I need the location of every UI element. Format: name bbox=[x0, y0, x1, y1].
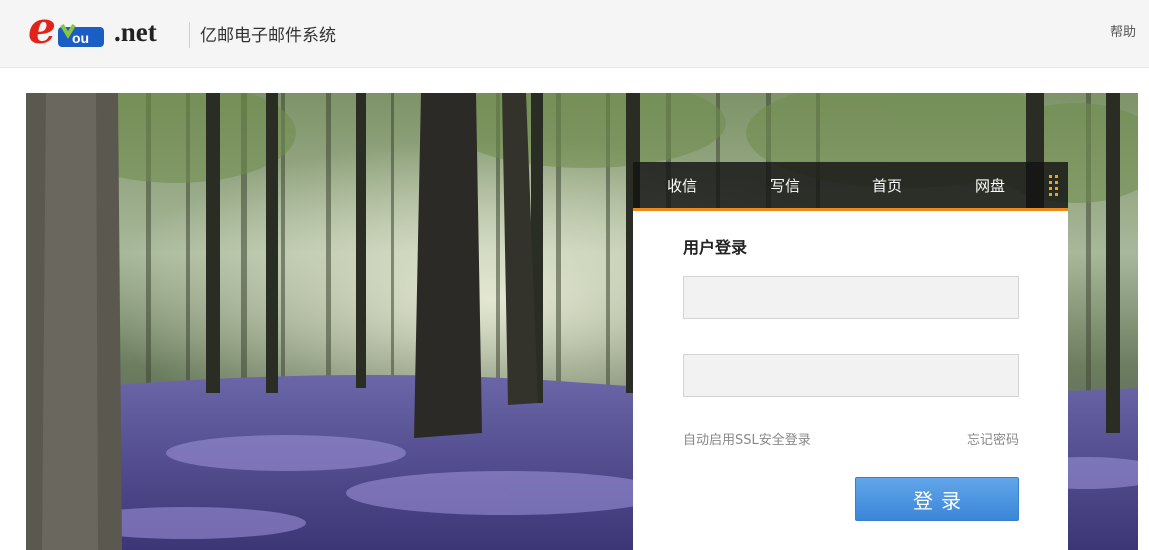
logo-e-letter: e bbox=[28, 3, 56, 54]
svg-text:ou: ou bbox=[72, 30, 89, 46]
nav-home[interactable]: 首页 bbox=[872, 176, 902, 196]
login-panel: 用户登录 自动启用SSL安全登录 忘记密码 登录 bbox=[633, 211, 1068, 550]
login-button[interactable]: 登录 bbox=[855, 477, 1019, 521]
top-header: e ou .net 亿邮电子邮件系统 帮助 bbox=[0, 0, 1149, 68]
login-title: 用户登录 bbox=[683, 238, 748, 257]
grid-dots-icon[interactable] bbox=[1049, 175, 1061, 197]
site-title: 亿邮电子邮件系统 bbox=[200, 26, 336, 46]
header-divider bbox=[189, 22, 190, 48]
logo-you-mark: ou bbox=[58, 23, 104, 47]
nav-netdisk[interactable]: 网盘 bbox=[975, 176, 1005, 196]
nav-compose[interactable]: 写信 bbox=[770, 176, 800, 196]
nav-inbox[interactable]: 收信 bbox=[667, 176, 697, 196]
forgot-password-link[interactable]: 忘记密码 bbox=[967, 432, 1019, 450]
logo-net-text: .net bbox=[114, 17, 157, 47]
quick-nav-bar: 收信 写信 首页 网盘 bbox=[633, 162, 1068, 211]
password-input[interactable] bbox=[683, 354, 1019, 397]
help-link[interactable]: 帮助 bbox=[1110, 24, 1136, 42]
username-input[interactable] bbox=[683, 276, 1019, 319]
eyou-logo[interactable]: e ou .net bbox=[28, 7, 178, 53]
ssl-login-option[interactable]: 自动启用SSL安全登录 bbox=[683, 432, 811, 450]
